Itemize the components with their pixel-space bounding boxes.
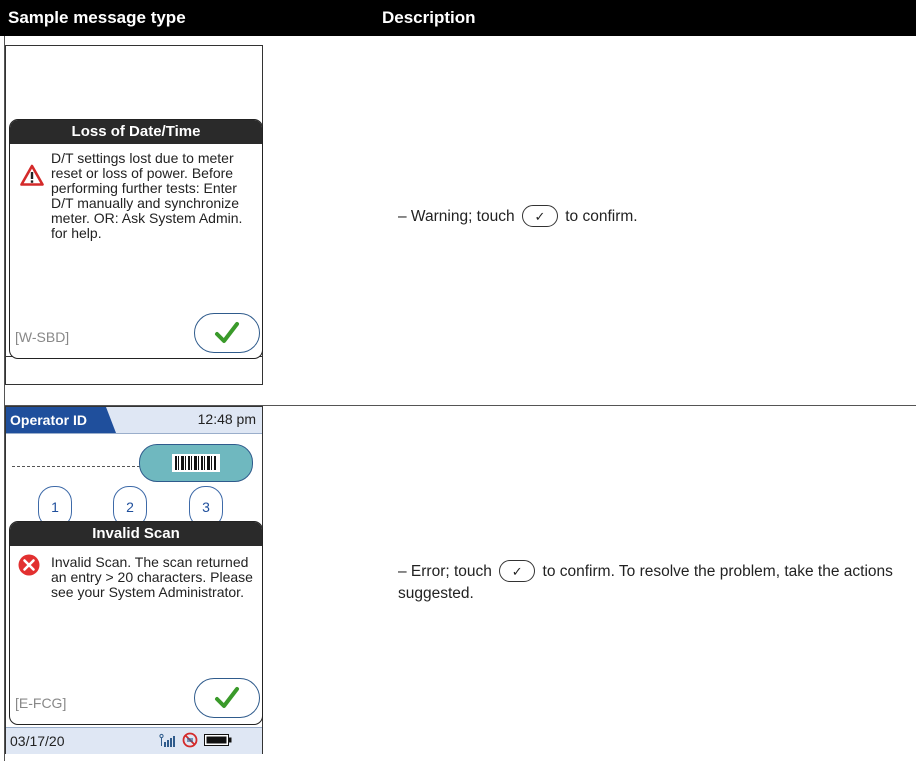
title-bar: Operator ID 12:48 pm bbox=[6, 407, 262, 434]
signal-icon bbox=[159, 733, 175, 747]
check-icon bbox=[215, 687, 239, 708]
dialog-message: Invalid Scan. The scan returned an entry… bbox=[51, 554, 253, 600]
confirm-check-icon: ✓ bbox=[521, 205, 558, 227]
message-code: [W-SBD] bbox=[15, 329, 70, 345]
column-header-description: Description bbox=[382, 8, 476, 27]
check-icon bbox=[215, 322, 239, 343]
status-date: 03/17/20 bbox=[10, 733, 65, 749]
dialog-loss-of-datetime: Loss of Date/Time D/T settings lost due … bbox=[9, 119, 263, 359]
screen-title: Operator ID bbox=[6, 407, 116, 433]
error-x-icon bbox=[18, 554, 40, 576]
description-row1: – Warning; touch ✓ to confirm. bbox=[398, 205, 908, 228]
desc-text-after: to confirm. bbox=[565, 208, 638, 226]
confirm-button[interactable] bbox=[194, 678, 260, 718]
operator-id-input[interactable] bbox=[12, 466, 140, 467]
dialog-title: Invalid Scan bbox=[10, 522, 262, 546]
description-row2: – Error; touch ✓ to confirm. To resolve … bbox=[398, 560, 910, 605]
meter-screen-2: Operator ID 12:48 pm 1 2 3 Invalid Scan … bbox=[5, 406, 263, 754]
table-header: Sample message type Description bbox=[0, 0, 916, 36]
confirm-button[interactable] bbox=[194, 313, 260, 353]
barcode-icon bbox=[172, 454, 220, 472]
meter-screen-1: Loss of Date/Time D/T settings lost due … bbox=[5, 45, 263, 385]
status-bar: 03/17/20 bbox=[6, 727, 262, 754]
battery-icon bbox=[204, 734, 232, 746]
no-connection-icon bbox=[182, 732, 198, 748]
scan-barcode-button[interactable] bbox=[139, 444, 253, 482]
message-code: [E-FCG] bbox=[15, 695, 67, 711]
column-header-sample: Sample message type bbox=[8, 8, 186, 27]
dialog-message: D/T settings lost due to meter reset or … bbox=[51, 150, 243, 241]
desc-text-before: – Warning; touch bbox=[398, 208, 515, 226]
dialog-invalid-scan: Invalid Scan Invalid Scan. The scan retu… bbox=[9, 521, 263, 725]
desc-text-before: – Error; touch bbox=[398, 563, 492, 581]
clock: 12:48 pm bbox=[197, 411, 256, 427]
dialog-title: Loss of Date/Time bbox=[10, 120, 262, 144]
confirm-check-icon: ✓ bbox=[499, 560, 536, 582]
warning-triangle-icon bbox=[20, 164, 44, 186]
